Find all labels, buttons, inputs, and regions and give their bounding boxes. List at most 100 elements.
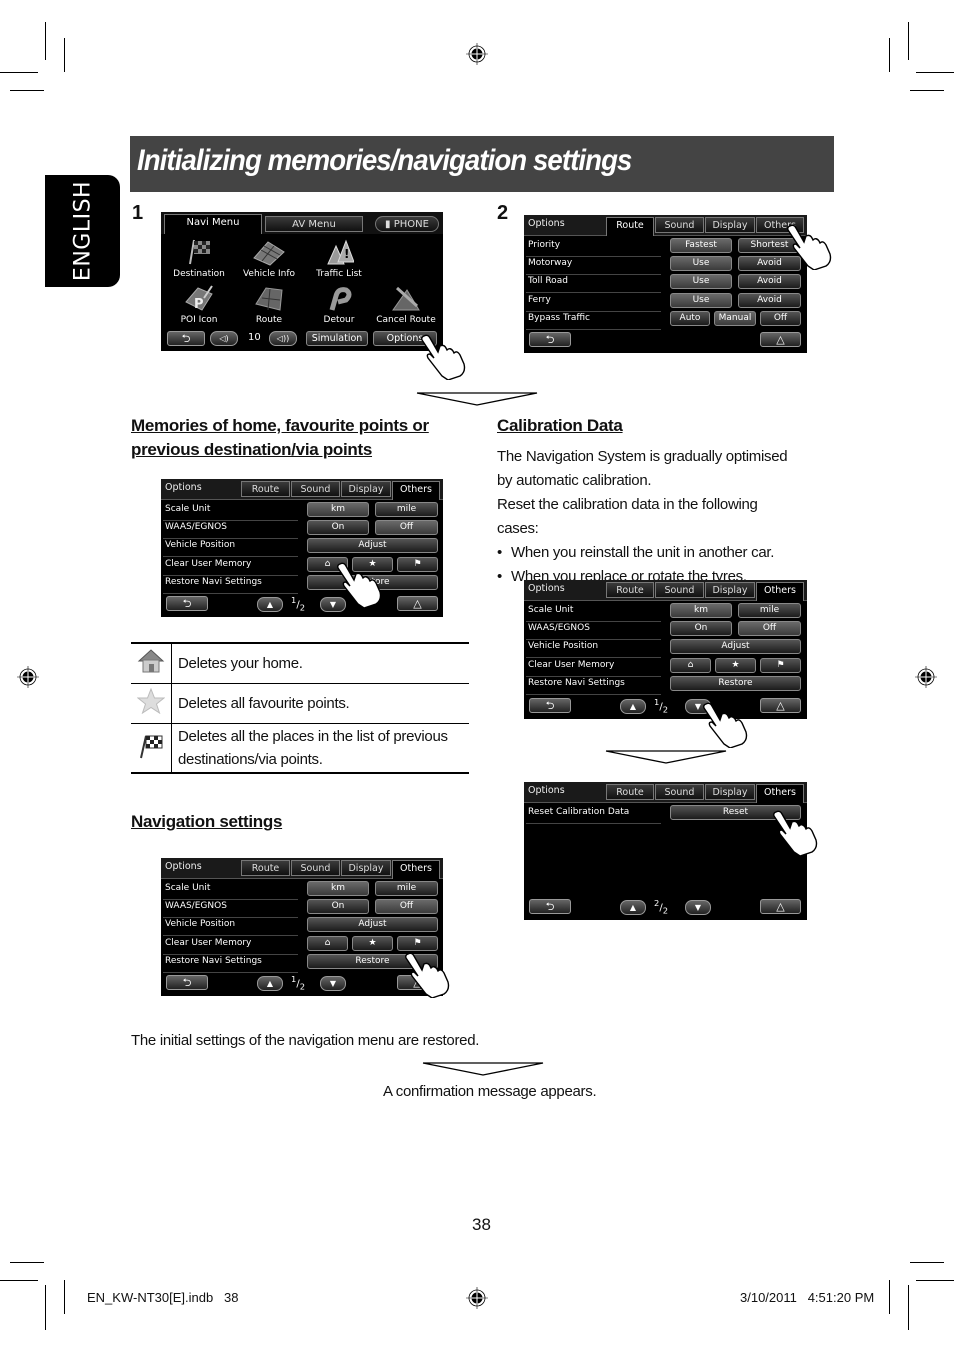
options-header: Options	[165, 861, 202, 872]
mile-button[interactable]: mile	[375, 881, 438, 896]
waas-off-button[interactable]: Off	[375, 520, 438, 535]
waas-off-button[interactable]: Off	[375, 899, 438, 914]
ferry-use-button[interactable]: Use	[670, 293, 732, 308]
map-button[interactable]: △	[760, 899, 801, 914]
tab-sound[interactable]: Sound	[655, 217, 704, 233]
back-button[interactable]: ⮌	[167, 331, 205, 346]
waas-on-button[interactable]: On	[307, 520, 369, 535]
page-up-button[interactable]: ▲	[257, 597, 283, 612]
km-button[interactable]: km	[670, 603, 732, 618]
tab-others[interactable]: Others	[392, 481, 440, 500]
waas-off-button[interactable]: Off	[738, 621, 801, 636]
tab-sound[interactable]: Sound	[655, 784, 704, 800]
tab-display[interactable]: Display	[705, 582, 755, 598]
simulation-button[interactable]: Simulation	[306, 331, 368, 346]
reset-calibration-label: Reset Calibration Data	[528, 807, 630, 817]
toll-avoid-button[interactable]: Avoid	[738, 274, 801, 289]
back-button[interactable]: ⮌	[529, 899, 571, 914]
volume-up-button[interactable]: ◁))	[269, 331, 297, 346]
priority-label: Priority	[528, 240, 561, 250]
tab-sound[interactable]: Sound	[655, 582, 704, 598]
down-arrow-icon	[422, 1062, 544, 1076]
km-button[interactable]: km	[307, 881, 369, 896]
star-icon: ★	[731, 660, 740, 670]
page-current: 2	[654, 898, 660, 908]
bypass-auto-button[interactable]: Auto	[670, 311, 710, 326]
route-label: Route	[255, 315, 283, 325]
traffic-list-button[interactable]: ! Traffic List	[307, 238, 371, 280]
clear-favourites-button[interactable]: ★	[352, 936, 393, 951]
back-button[interactable]: ⮌	[166, 596, 208, 611]
poi-icon: P	[185, 285, 213, 312]
tab-sound[interactable]: Sound	[291, 860, 340, 876]
warning-sign-icon: !	[327, 239, 355, 265]
tab-display[interactable]: Display	[341, 481, 391, 497]
map-button[interactable]: △	[760, 332, 801, 347]
mile-button[interactable]: mile	[738, 603, 801, 618]
page-up-button[interactable]: ▲	[620, 699, 646, 714]
tab-route[interactable]: Route	[241, 481, 290, 497]
tab-display[interactable]: Display	[341, 860, 391, 876]
tab-route[interactable]: Route	[606, 217, 654, 236]
star-icon: ★	[368, 938, 377, 948]
bypass-traffic-label: Bypass Traffic	[528, 313, 591, 323]
tab-route[interactable]: Route	[606, 784, 654, 800]
destination-button[interactable]: Destination	[167, 238, 231, 280]
tab-others[interactable]: Others	[756, 582, 804, 601]
adjust-button[interactable]: Adjust	[307, 917, 438, 932]
clear-home-button[interactable]: ⌂	[307, 936, 348, 951]
fastest-button[interactable]: Fastest	[670, 238, 732, 253]
page-up-button[interactable]: ▲	[620, 900, 646, 915]
clear-previous-destinations-button[interactable]: ⚑	[397, 936, 438, 951]
back-button[interactable]: ⮌	[166, 975, 208, 990]
page-down-button[interactable]: ▼	[320, 976, 346, 991]
poi-icon-button[interactable]: P POI Icon	[167, 284, 231, 326]
tab-av-menu[interactable]: AV Menu	[265, 216, 363, 232]
table-icon-cell	[131, 643, 172, 683]
tab-display[interactable]: Display	[705, 217, 755, 233]
clear-previous-destinations-button[interactable]: ⚑	[760, 658, 801, 673]
toll-use-button[interactable]: Use	[670, 274, 732, 289]
vehicle-info-button[interactable]: Vehicle Info	[237, 238, 301, 280]
tab-display[interactable]: Display	[705, 784, 755, 800]
page-up-button[interactable]: ▲	[257, 976, 283, 991]
motorway-use-button[interactable]: Use	[670, 256, 732, 271]
tab-navi-menu[interactable]: Navi Menu	[164, 214, 262, 234]
tab-others[interactable]: Others	[392, 860, 440, 879]
tab-others[interactable]: Others	[756, 784, 804, 803]
back-button[interactable]: ⮌	[529, 332, 571, 347]
map-button[interactable]: △	[397, 596, 438, 611]
navigation-settings-heading: Navigation settings	[131, 812, 283, 831]
map-button[interactable]: △	[760, 698, 801, 713]
adjust-button[interactable]: Adjust	[307, 538, 438, 553]
cancel-route-button[interactable]: Cancel Route	[371, 284, 441, 326]
bypass-manual-button[interactable]: Manual	[714, 311, 756, 326]
clear-previous-destinations-button[interactable]: ⚑	[397, 557, 438, 572]
table-row: Deletes all the places in the list of pr…	[131, 722, 469, 773]
back-button[interactable]: ⮌	[529, 698, 571, 713]
bypass-off-button[interactable]: Off	[760, 311, 801, 326]
navigation-arrow-icon: △	[776, 699, 785, 712]
tab-sound[interactable]: Sound	[291, 481, 340, 497]
language-label: ENGLISH	[70, 180, 95, 282]
clear-favourites-button[interactable]: ★	[715, 658, 756, 673]
tab-route[interactable]: Route	[606, 582, 654, 598]
km-button[interactable]: km	[307, 502, 369, 517]
detour-button[interactable]: Detour	[307, 284, 371, 326]
waas-on-button[interactable]: On	[307, 899, 369, 914]
waas-on-button[interactable]: On	[670, 621, 732, 636]
mile-button[interactable]: mile	[375, 502, 438, 517]
clear-home-button[interactable]: ⌂	[670, 658, 711, 673]
tab-route[interactable]: Route	[241, 860, 290, 876]
ferry-avoid-button[interactable]: Avoid	[738, 293, 801, 308]
navigation-arrow-icon: △	[413, 597, 422, 610]
volume-down-button[interactable]: ◁)	[210, 331, 238, 346]
waas-egnos-label: WAAS/EGNOS	[165, 522, 227, 532]
navi-menu-screen: Navi Menu AV Menu ▮ PHONE Destination Ve…	[161, 212, 443, 351]
adjust-button[interactable]: Adjust	[670, 639, 801, 654]
restore-button[interactable]: Restore	[670, 676, 801, 691]
phone-button[interactable]: ▮ PHONE	[375, 216, 439, 232]
page-down-button[interactable]: ▼	[685, 900, 711, 915]
footer-timestamp: 3/10/2011 4:51:20 PM	[740, 1290, 875, 1305]
route-button[interactable]: Route	[237, 284, 301, 326]
